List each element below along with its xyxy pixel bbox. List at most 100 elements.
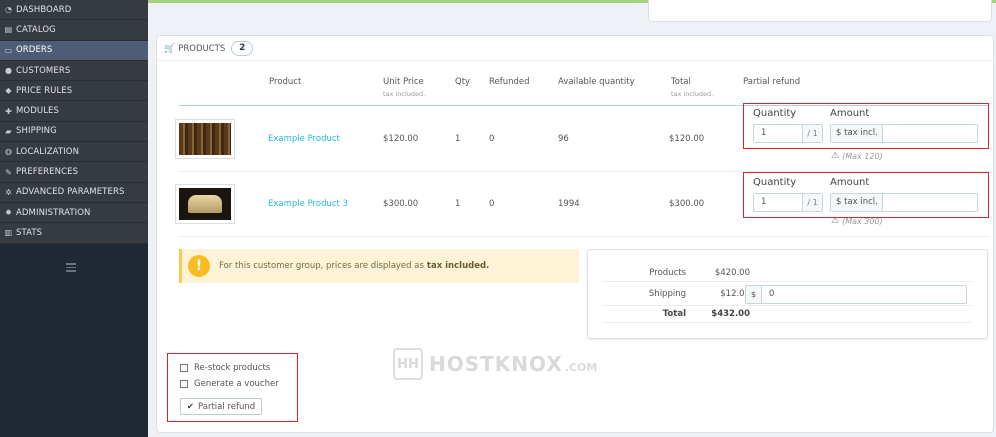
refund-quantity-max: / 1 xyxy=(802,125,822,142)
product-count-badge: 2 xyxy=(231,41,254,56)
sidebar-item-label: DASHBOARD xyxy=(16,4,72,15)
sidebar-item-shipping[interactable]: ▰ SHIPPING xyxy=(0,121,148,143)
shipping-label: Shipping xyxy=(648,289,686,299)
unit-price-note: tax included. xyxy=(383,90,426,98)
refund-amount-field[interactable] xyxy=(883,125,977,142)
sidebar-nav: ◔ DASHBOARD ▤ CATALOG ▭ ORDERS ● CUSTOMERS ◆… xyxy=(0,0,148,437)
shipping-refund-value[interactable]: 0 xyxy=(762,286,774,303)
alert-emphasis: tax included. xyxy=(426,261,490,271)
quantity-label: Quantity xyxy=(753,108,797,119)
sidebar-item-label: STATS xyxy=(16,227,43,238)
sidebar-item-modules[interactable]: ✚ MODULES xyxy=(0,101,148,122)
voucher-label[interactable]: Generate a voucher xyxy=(194,379,279,389)
column-header-refunded: Refunded xyxy=(489,77,530,87)
amount-addon: $ tax incl. xyxy=(831,194,883,211)
sidebar-item-label: ORDERS xyxy=(16,45,53,56)
unit-price-cell: $120.00 xyxy=(383,134,419,144)
max-amount-text: (Max 120) xyxy=(842,151,883,161)
panel-title: PRODUCTS xyxy=(178,43,226,54)
amount-label: Amount xyxy=(830,108,870,119)
voucher-checkbox[interactable] xyxy=(180,380,188,388)
sidebar-item-label: PREFERENCES xyxy=(16,167,79,178)
sidebar-item-administration[interactable]: ✹ ADMINISTRATION xyxy=(0,202,148,224)
catalog-icon: ▤ xyxy=(4,25,13,35)
column-header-total: Total tax included. xyxy=(671,77,713,98)
sidebar-item-dashboard[interactable]: ◔ DASHBOARD xyxy=(0,0,148,21)
product-thumbnail[interactable] xyxy=(175,184,235,224)
available-cell: 1994 xyxy=(558,199,580,209)
products-total-label: Products xyxy=(649,268,686,278)
price-rules-icon: ◆ xyxy=(5,86,12,96)
refund-quantity-value[interactable]: 1 xyxy=(754,194,802,211)
total-cell: $120.00 xyxy=(669,134,705,144)
sidebar-item-customers[interactable]: ● CUSTOMERS xyxy=(0,60,148,82)
refund-quantity-input[interactable]: 1 / 1 xyxy=(753,124,823,143)
preferences-icon: ✎ xyxy=(5,167,12,177)
row-divider xyxy=(179,236,989,237)
restock-label[interactable]: Re-stock products xyxy=(194,363,270,373)
customers-icon: ● xyxy=(4,66,13,76)
refund-quantity-input[interactable]: 1 / 1 xyxy=(753,193,823,212)
product-thumbnail[interactable] xyxy=(175,119,235,159)
partial-refund-button-label: Partial refund xyxy=(198,401,256,412)
partial-refund-button[interactable]: ✔ Partial refund xyxy=(180,398,262,415)
product-image xyxy=(179,188,231,220)
refund-amount-field[interactable] xyxy=(883,194,977,211)
grand-total-value: $432.00 xyxy=(711,309,750,319)
sidebar-item-advanced-parameters[interactable]: ✲ ADVANCED PARAMETERS xyxy=(0,182,148,203)
restock-checkbox[interactable] xyxy=(180,364,188,372)
column-header-partial-refund: Partial refund xyxy=(743,77,801,87)
restock-option[interactable]: Re-stock products xyxy=(180,363,270,373)
divider xyxy=(602,281,972,282)
total-cell: $300.00 xyxy=(669,199,705,209)
divider xyxy=(157,60,993,61)
amount-label: Amount xyxy=(830,177,870,188)
qty-cell: 1 xyxy=(455,199,461,209)
available-cell: 96 xyxy=(558,134,569,144)
refunded-cell: 0 xyxy=(489,199,495,209)
check-icon: ✔ xyxy=(186,401,194,412)
modules-icon: ✚ xyxy=(5,106,12,116)
partial-refund-fields: Quantity Amount 1 / 1 $ tax incl. xyxy=(743,172,989,218)
watermark-logo: HH HOSTKNOX .COM xyxy=(393,348,597,380)
grand-total-label: Total xyxy=(662,309,686,319)
refund-quantity-max: / 1 xyxy=(802,194,822,211)
sidebar-item-label: PRICE RULES xyxy=(16,85,73,96)
main-content: 🛒 PRODUCTS 2 Product Unit Price tax inclu… xyxy=(148,0,996,437)
shipping-refund-input[interactable]: $ 0 xyxy=(745,285,967,304)
max-amount-note: ⚠ (Max 120) xyxy=(831,151,883,161)
refund-amount-input[interactable]: $ tax incl. xyxy=(830,193,978,212)
sidebar-item-label: ADMINISTRATION xyxy=(16,207,91,218)
column-header-available: Available quantity xyxy=(558,77,635,87)
dashboard-icon: ◔ xyxy=(4,5,13,15)
sidebar-item-label: ADVANCED PARAMETERS xyxy=(16,187,125,198)
sidebar-item-orders[interactable]: ▭ ORDERS xyxy=(0,40,148,61)
sidebar-menu: ◔ DASHBOARD ▤ CATALOG ▭ ORDERS ● CUSTOMERS ◆… xyxy=(0,0,148,244)
watermark-domain: .COM xyxy=(564,360,598,374)
amount-addon: $ tax incl. xyxy=(831,125,883,142)
orders-icon: ▭ xyxy=(4,45,13,55)
sidebar-item-localization[interactable]: ◍ LOCALIZATION xyxy=(0,142,148,163)
sidebar-item-catalog[interactable]: ▤ CATALOG xyxy=(0,20,148,41)
voucher-option[interactable]: Generate a voucher xyxy=(180,379,279,389)
sidebar-item-label: LOCALIZATION xyxy=(16,146,80,157)
cart-icon: 🛒 xyxy=(164,43,176,54)
watermark-text: HOSTKNOX xyxy=(429,352,563,376)
totals-panel: Products $420.00 Shipping $12.00 $ 0 Tot… xyxy=(587,249,988,339)
refund-quantity-value[interactable]: 1 xyxy=(754,125,802,142)
tax-info-alert: ! For this customer group, prices are di… xyxy=(179,249,579,283)
sidebar-item-price-rules[interactable]: ◆ PRICE RULES xyxy=(0,81,148,102)
product-name-link[interactable]: Example Product 3 xyxy=(268,199,348,209)
product-name-link[interactable]: Example Product xyxy=(268,134,340,144)
collapse-menu-icon[interactable] xyxy=(66,263,76,274)
advanced-parameters-icon: ✲ xyxy=(5,187,12,197)
refund-amount-input[interactable]: $ tax incl. xyxy=(830,124,978,143)
previous-panel xyxy=(648,0,992,22)
unit-price-cell: $300.00 xyxy=(383,199,419,209)
sidebar-item-stats[interactable]: ▥ STATS xyxy=(0,223,148,244)
panel-heading: 🛒 PRODUCTS 2 xyxy=(164,41,254,56)
partial-refund-fields: Quantity Amount 1 / 1 $ tax incl. xyxy=(743,103,989,149)
refund-options: Re-stock products Generate a voucher ✔ Pa… xyxy=(167,353,298,422)
product-image xyxy=(179,123,231,155)
sidebar-item-preferences[interactable]: ✎ PREFERENCES xyxy=(0,162,148,183)
